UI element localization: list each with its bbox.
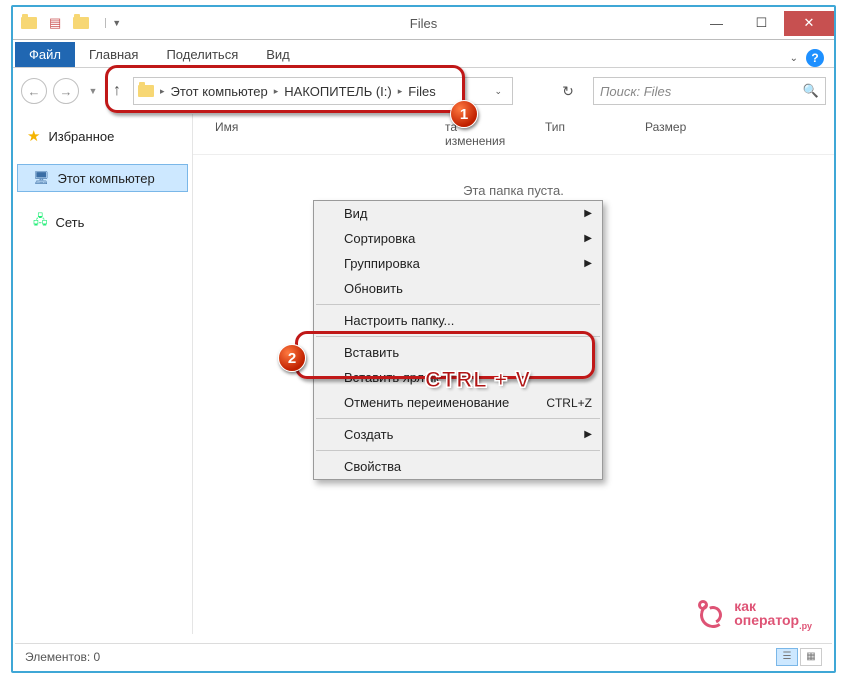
address-bar[interactable]: ▸ Этот компьютер ▸ НАКОПИТЕЛЬ (I:) ▸ Fil…: [133, 77, 513, 105]
help-icon[interactable]: ?: [806, 49, 824, 67]
menu-item-paste-shortcut[interactable]: Вставить ярлык: [314, 365, 602, 390]
column-name[interactable]: Имя: [215, 120, 445, 148]
maximize-button[interactable]: ☐: [739, 11, 784, 36]
navigation-pane: ★ Избранное 🖥 Этот компьютер 🖧 Сеть: [13, 114, 193, 634]
refresh-button[interactable]: ↻: [555, 78, 581, 104]
minimize-button[interactable]: —: [694, 11, 739, 36]
ribbon-tabs: Файл Главная Поделиться Вид ⌄ ?: [13, 40, 834, 68]
tab-view[interactable]: Вид: [252, 42, 304, 67]
breadcrumb-segment[interactable]: Files: [404, 84, 439, 99]
submenu-arrow-icon: ▶: [584, 233, 592, 244]
chevron-right-icon[interactable]: ▸: [158, 86, 167, 97]
qat-dropdown-icon[interactable]: ▼: [105, 18, 121, 28]
titlebar: ▤ ▼ Files — ☐ ✕: [13, 7, 834, 40]
sidebar-item-label: Сеть: [56, 215, 85, 230]
item-count-label: Элементов: 0: [25, 650, 100, 664]
menu-item-customize-folder[interactable]: Настроить папку...: [314, 308, 602, 333]
computer-icon: 🖥: [33, 170, 50, 186]
context-menu: Вид▶ Сортировка▶ Группировка▶ Обновить Н…: [313, 200, 603, 480]
address-dropdown-icon[interactable]: ⌄: [488, 86, 508, 97]
menu-item-refresh[interactable]: Обновить: [314, 276, 602, 301]
sidebar-item-this-pc[interactable]: 🖥 Этот компьютер: [17, 164, 188, 192]
star-icon: ★: [27, 127, 40, 145]
menu-shortcut-label: CTRL+Z: [546, 396, 592, 410]
menu-item-view[interactable]: Вид▶: [314, 201, 602, 226]
forward-button[interactable]: →: [53, 78, 79, 104]
chevron-right-icon[interactable]: ▸: [396, 86, 405, 97]
breadcrumb-segment[interactable]: Этот компьютер: [167, 84, 272, 99]
properties-icon[interactable]: ▤: [49, 15, 61, 31]
explorer-window: ▤ ▼ Files — ☐ ✕ Файл Главная Поделиться …: [11, 5, 836, 673]
column-type[interactable]: Тип: [545, 120, 645, 148]
tab-home[interactable]: Главная: [75, 42, 152, 67]
menu-item-sort[interactable]: Сортировка▶: [314, 226, 602, 251]
empty-folder-message: Эта папка пуста.: [193, 183, 834, 198]
file-tab[interactable]: Файл: [15, 42, 75, 67]
search-icon: 🔍: [803, 83, 819, 99]
sidebar-item-label: Избранное: [48, 129, 114, 144]
annotation-badge-1: 1: [450, 100, 478, 128]
submenu-arrow-icon: ▶: [584, 258, 592, 269]
new-folder-icon[interactable]: [73, 17, 89, 29]
ribbon-expand-icon[interactable]: ⌄: [790, 53, 798, 64]
status-bar: Элементов: 0 ☰ ▦: [15, 643, 832, 669]
menu-item-undo-rename[interactable]: Отменить переименованиеCTRL+Z: [314, 390, 602, 415]
search-placeholder: Поиск: Files: [600, 84, 671, 99]
up-button[interactable]: ↑: [107, 82, 127, 100]
thumbnails-view-button[interactable]: ▦: [800, 648, 822, 666]
column-size[interactable]: Размер: [645, 120, 716, 148]
sidebar-item-favorites[interactable]: ★ Избранное: [13, 122, 192, 150]
network-icon: 🖧: [33, 211, 48, 233]
search-input[interactable]: Поиск: Files 🔍: [593, 77, 826, 105]
menu-separator: [316, 450, 600, 451]
history-dropdown-icon[interactable]: ▼: [85, 78, 101, 104]
menu-item-properties[interactable]: Свойства: [314, 454, 602, 479]
details-view-button[interactable]: ☰: [776, 648, 798, 666]
menu-separator: [316, 336, 600, 337]
app-icon: [21, 17, 37, 29]
watermark-icon: [698, 600, 728, 630]
sidebar-item-label: Этот компьютер: [58, 171, 155, 186]
menu-separator: [316, 304, 600, 305]
breadcrumb-segment[interactable]: НАКОПИТЕЛЬ (I:): [280, 84, 395, 99]
menu-item-create[interactable]: Создать▶: [314, 422, 602, 447]
location-icon: [138, 85, 154, 97]
navigation-row: ← → ▼ ↑ ▸ Этот компьютер ▸ НАКОПИТЕЛЬ (I…: [13, 68, 834, 114]
tab-share[interactable]: Поделиться: [152, 42, 252, 67]
menu-item-group[interactable]: Группировка▶: [314, 251, 602, 276]
submenu-arrow-icon: ▶: [584, 208, 592, 219]
annotation-badge-2: 2: [278, 344, 306, 372]
column-headers: Имя та изменения Тип Размер: [193, 114, 834, 155]
submenu-arrow-icon: ▶: [584, 429, 592, 440]
back-button[interactable]: ←: [21, 78, 47, 104]
chevron-right-icon[interactable]: ▸: [272, 86, 281, 97]
quick-access-toolbar: ▤ ▼: [13, 15, 121, 31]
menu-separator: [316, 418, 600, 419]
close-button[interactable]: ✕: [784, 11, 834, 36]
menu-item-paste[interactable]: Вставить: [314, 340, 602, 365]
watermark-text: как оператор.ру: [734, 599, 812, 631]
watermark-logo: как оператор.ру: [698, 599, 812, 631]
sidebar-item-network[interactable]: 🖧 Сеть: [13, 206, 192, 238]
